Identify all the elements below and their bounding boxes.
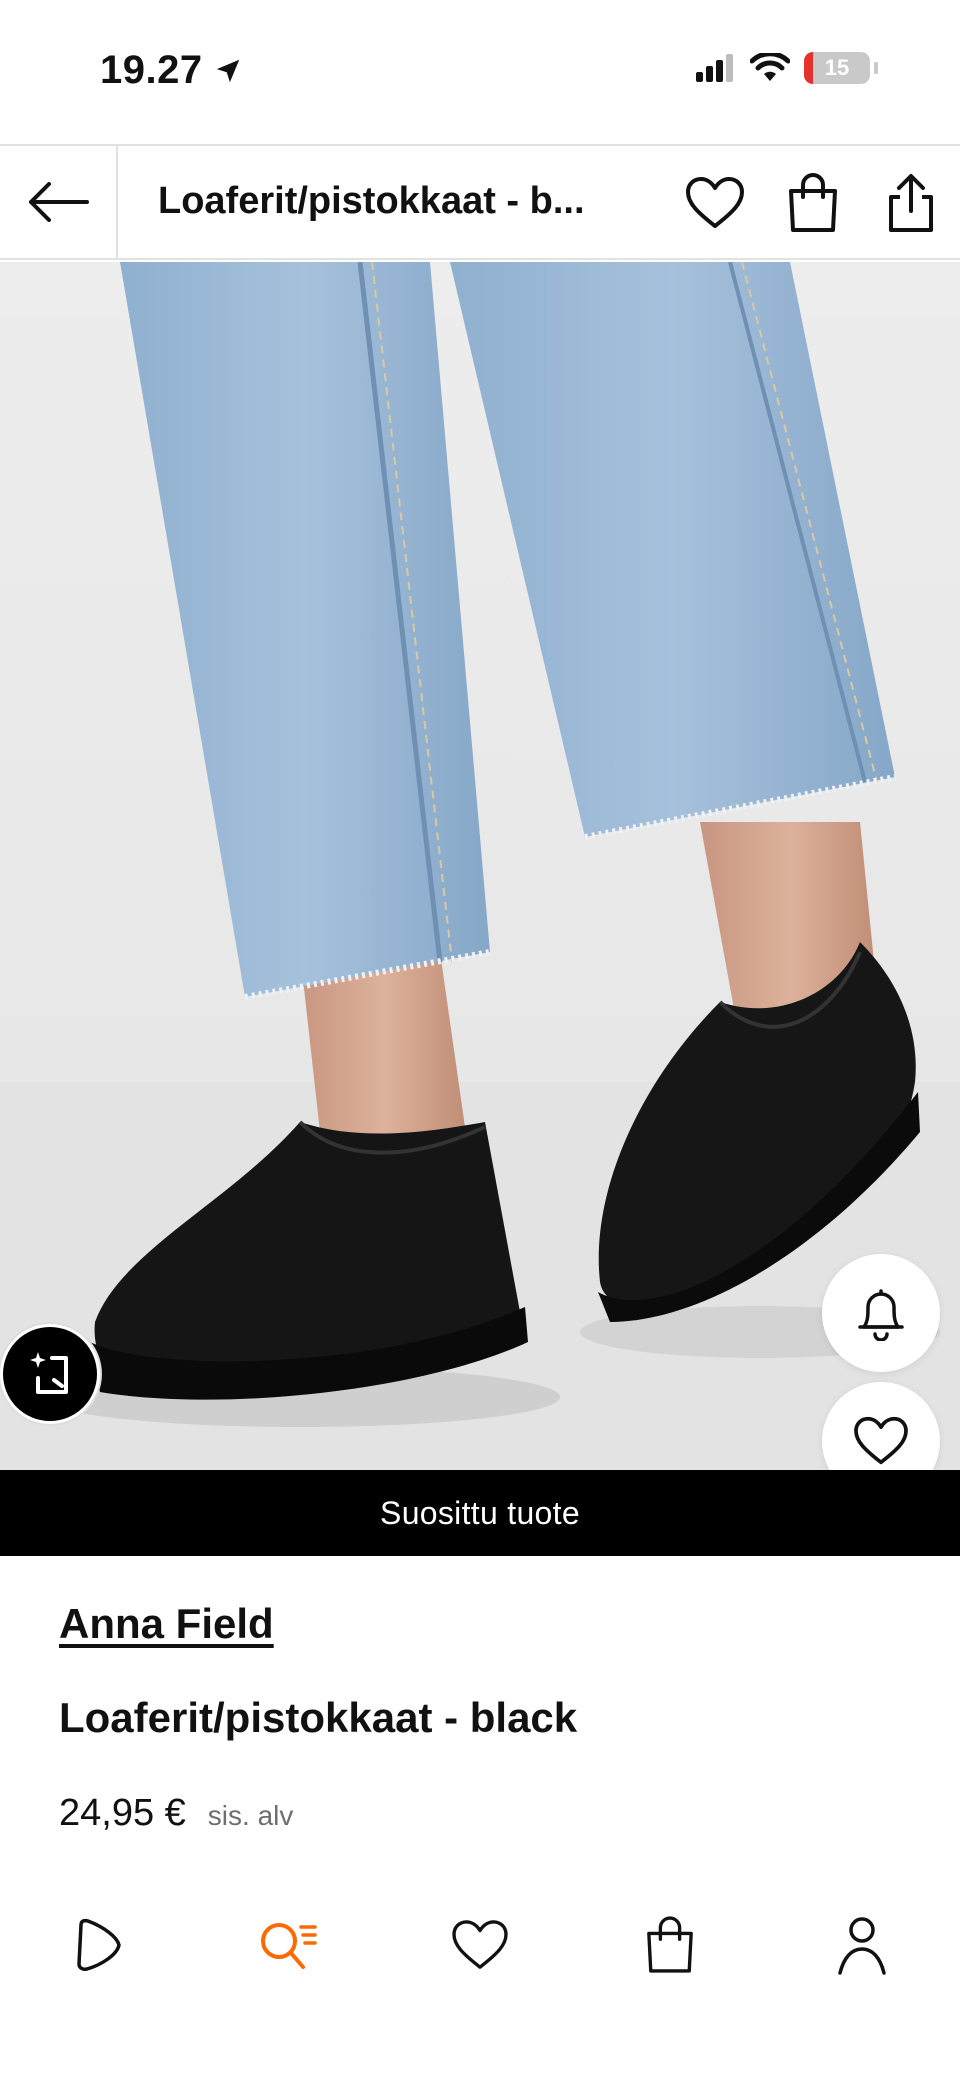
price-row: 24,95 € sis. alv bbox=[59, 1792, 293, 1835]
price: 24,95 € bbox=[59, 1792, 186, 1834]
nav-wishlist[interactable] bbox=[445, 1910, 515, 1980]
back-button[interactable] bbox=[0, 146, 118, 258]
home-indicator-area bbox=[0, 2040, 960, 2081]
popular-product-banner: Suosittu tuote bbox=[0, 1470, 960, 1556]
wishlist-button[interactable] bbox=[684, 172, 746, 234]
nav-cart[interactable] bbox=[635, 1910, 705, 1980]
cart-bag-icon bbox=[647, 1916, 693, 1973]
ai-assistant-button[interactable] bbox=[0, 1324, 100, 1424]
status-indicators: 15 bbox=[696, 52, 878, 84]
product-image[interactable] bbox=[0, 262, 960, 1470]
battery-level: 15 bbox=[824, 55, 850, 80]
share-button[interactable] bbox=[880, 172, 942, 234]
product-title: Loaferit/pistokkaat - black bbox=[59, 1694, 578, 1741]
shopping-bag-icon bbox=[789, 173, 837, 232]
wishlist-heart-icon bbox=[452, 1920, 508, 1969]
status-time: 19.27 bbox=[100, 48, 243, 93]
brand-link[interactable]: Anna Field bbox=[59, 1600, 274, 1648]
battery-cap bbox=[874, 62, 878, 74]
status-bar: 19.27 15 bbox=[0, 0, 960, 144]
header-title: Loaferit/pistokkaat - b... bbox=[158, 180, 585, 222]
product-photo bbox=[0, 262, 960, 1470]
profile-icon bbox=[838, 1917, 886, 1975]
location-arrow-icon bbox=[216, 59, 239, 82]
home-play-icon bbox=[77, 1918, 121, 1971]
back-arrow-icon bbox=[29, 182, 89, 222]
clock-text: 19.27 bbox=[100, 48, 203, 92]
share-icon bbox=[889, 174, 933, 232]
heart-icon bbox=[854, 1416, 908, 1465]
nav-search[interactable] bbox=[253, 1910, 323, 1980]
wifi-icon bbox=[750, 53, 790, 81]
cart-button[interactable] bbox=[782, 172, 844, 234]
nav-profile[interactable] bbox=[827, 1910, 897, 1980]
battery-icon: 15 bbox=[804, 52, 870, 84]
popular-product-label: Suosittu tuote bbox=[380, 1494, 580, 1531]
cellular-signal-icon bbox=[696, 54, 733, 82]
search-list-icon bbox=[261, 1923, 317, 1969]
bell-icon bbox=[858, 1289, 904, 1341]
bottom-navigation bbox=[0, 1890, 960, 1990]
notify-button[interactable] bbox=[822, 1254, 940, 1372]
product-header: Loaferit/pistokkaat - b... bbox=[0, 144, 960, 260]
vat-note: sis. alv bbox=[207, 1800, 294, 1831]
ai-sparkle-icon bbox=[30, 1352, 68, 1394]
nav-home[interactable] bbox=[62, 1910, 132, 1980]
heart-icon bbox=[686, 177, 744, 228]
